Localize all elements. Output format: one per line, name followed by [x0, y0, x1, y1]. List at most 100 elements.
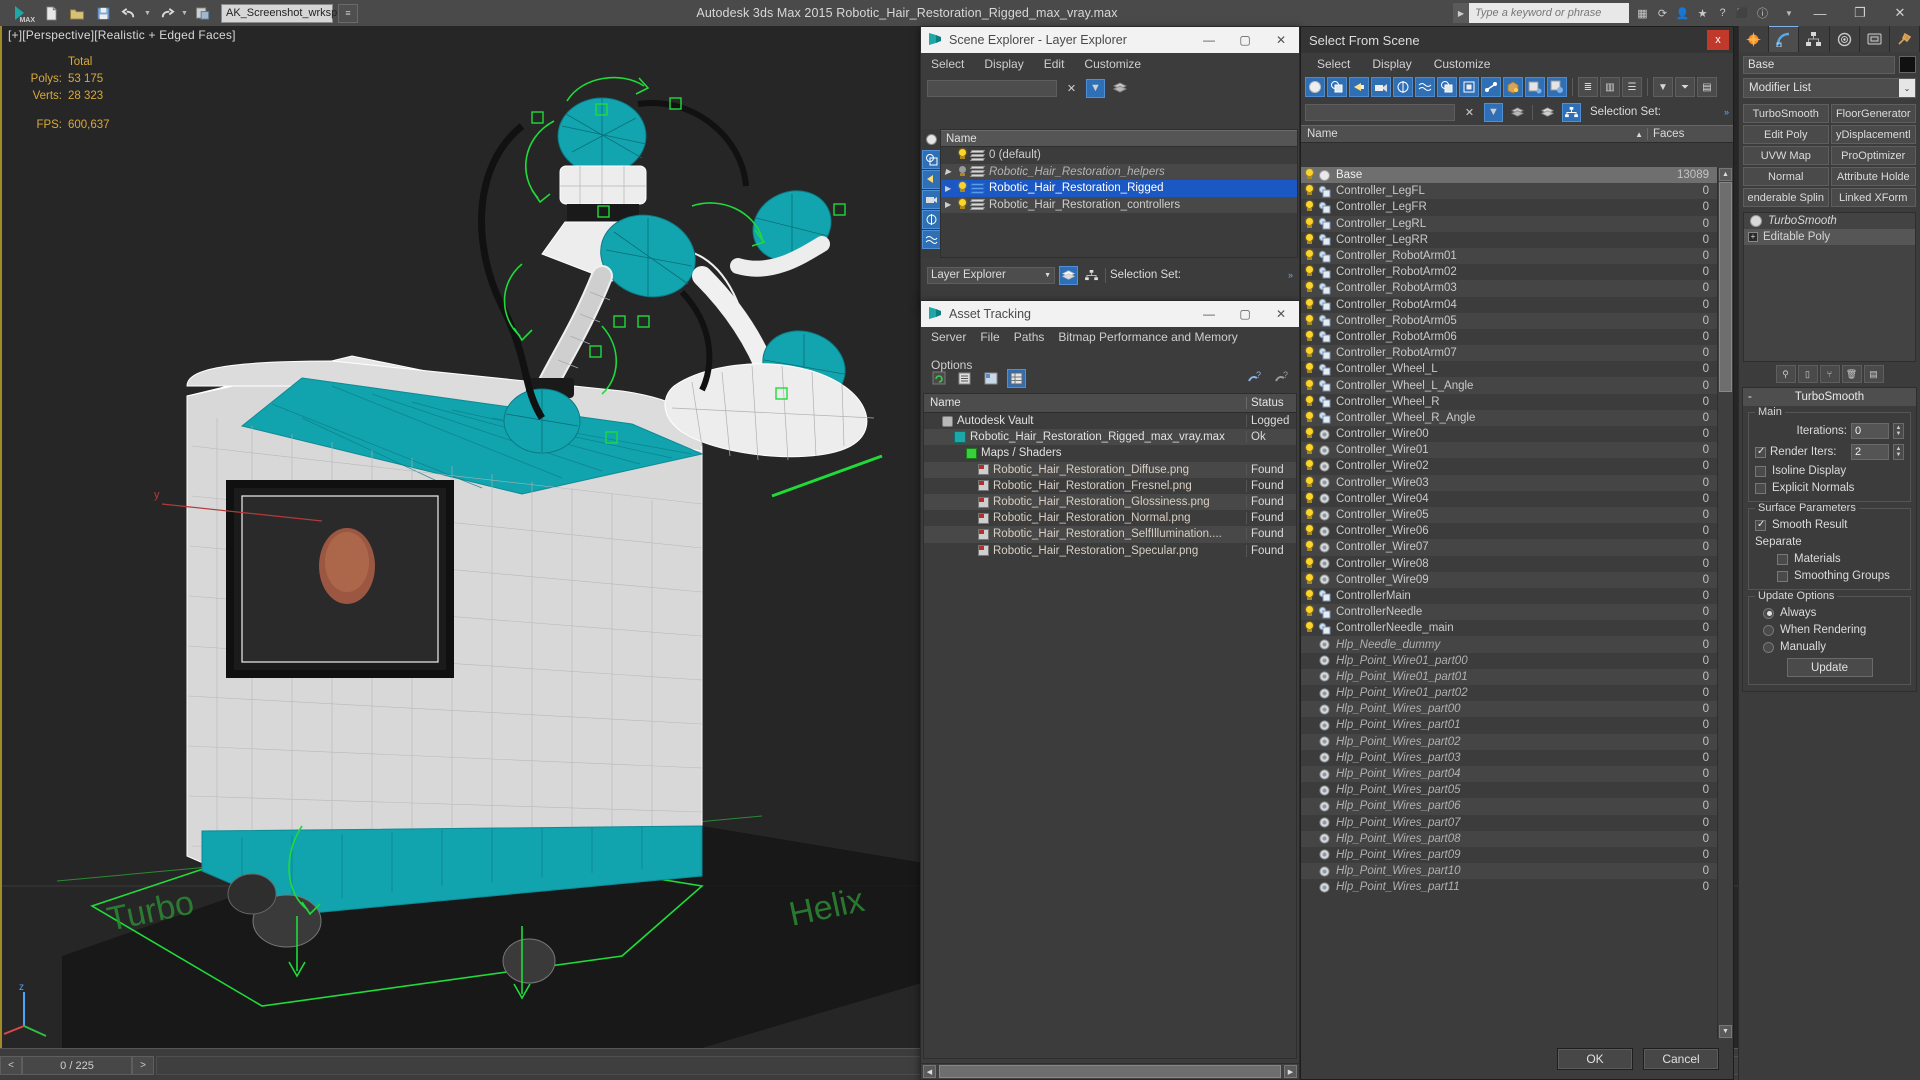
select-from-scene-titlebar[interactable]: Select From Scene x [1301, 27, 1733, 53]
filter-toggle-icon[interactable]: ▼ [1484, 102, 1503, 122]
hscroll-thumb[interactable] [939, 1065, 1281, 1078]
light-bulb-icon[interactable] [1304, 622, 1315, 634]
light-bulb-icon[interactable] [1304, 687, 1315, 699]
asset-row[interactable]: Robotic_Hair_Restoration_Diffuse.png Foun… [924, 461, 1296, 478]
explorer-mode-dropdown[interactable]: Layer Explorer ▼ [927, 266, 1055, 284]
object-row[interactable]: Controller_Wire03 0 [1301, 474, 1717, 491]
layer-row[interactable]: ▶ Robotic_Hair_Restoration_Rigged [941, 180, 1297, 197]
scene-explorer-layer-list[interactable]: Name 0 (default) ▶ Robotic_Hair_Restoratio… [940, 129, 1298, 258]
light-bulb-icon[interactable] [1304, 233, 1315, 246]
new-icon[interactable] [39, 2, 63, 24]
light-bulb-icon[interactable] [1304, 736, 1315, 748]
display-tab[interactable] [1859, 26, 1890, 52]
filter-geometry-icon[interactable] [1305, 77, 1325, 97]
close-button[interactable]: ✕ [1263, 27, 1299, 53]
object-row[interactable]: Hlp_Point_Wires_part00 0 [1301, 701, 1717, 718]
close-button[interactable]: x [1707, 30, 1729, 50]
layer-filter-icon[interactable] [1508, 103, 1527, 122]
object-row[interactable]: Controller_RobotArm07 0 [1301, 345, 1717, 362]
column-settings-icon[interactable]: ▤ [1697, 77, 1717, 97]
layer-list-column-header[interactable]: Name [941, 130, 1297, 147]
light-bulb-icon[interactable] [1304, 169, 1315, 181]
light-bulb-icon[interactable] [1304, 428, 1315, 440]
cancel-button[interactable]: Cancel [1643, 1048, 1719, 1070]
modifier-button-linked-xform[interactable]: Linked XForm [1830, 188, 1916, 207]
modifier-button-enderable-splin[interactable]: enderable Splin [1743, 188, 1829, 207]
titlebar-overflow-icon[interactable]: ▼ [1778, 0, 1800, 26]
viewport-label[interactable]: [+][Perspective][Realistic + Edged Faces… [8, 28, 236, 42]
layer-view-icon[interactable] [1538, 103, 1557, 122]
light-bulb-icon[interactable] [1304, 849, 1315, 861]
object-row[interactable]: Base 13089 [1301, 167, 1717, 184]
scroll-left-icon[interactable]: ◀ [923, 1065, 936, 1078]
filter-containers-icon[interactable] [1503, 77, 1523, 97]
object-row[interactable]: Controller_RobotArm04 0 [1301, 297, 1717, 313]
object-row[interactable]: Hlp_Point_Wires_part11 0 [1301, 879, 1717, 895]
close-button[interactable]: ✕ [1263, 301, 1299, 327]
select-from-scene-object-list[interactable]: Base 13089 Controller_LegFL 0 Controller_Leg… [1301, 167, 1733, 1039]
filter-cameras-icon[interactable] [922, 190, 941, 209]
menu-display[interactable]: Display [1372, 57, 1411, 71]
light-bulb-icon[interactable] [1304, 817, 1315, 829]
modify-tab[interactable] [1769, 26, 1800, 52]
filter-lights-icon[interactable] [922, 170, 941, 189]
render-iters-input[interactable]: 2 [1851, 444, 1889, 460]
object-row[interactable]: Hlp_Point_Wires_part10 0 [1301, 863, 1717, 880]
update-manually-row[interactable]: Manually [1763, 641, 1904, 653]
filter-xrefs-icon[interactable] [1459, 77, 1479, 97]
light-bulb-icon[interactable] [1304, 573, 1315, 586]
modifier-button-prooptimizer[interactable]: ProOptimizer [1830, 146, 1916, 165]
utilities-tab[interactable] [1889, 26, 1920, 52]
light-bulb-icon[interactable] [1304, 460, 1315, 472]
object-row[interactable]: ControllerMain 0 [1301, 588, 1717, 604]
explicit-normals-row[interactable]: Explicit Normals [1755, 482, 1904, 494]
light-bulb-icon[interactable] [1304, 865, 1315, 877]
light-bulb-icon[interactable] [1304, 541, 1315, 553]
modifier-button-uvw-map[interactable]: UVW Map [1743, 146, 1829, 165]
filter-all-icon[interactable] [1547, 77, 1567, 97]
workspace-selector[interactable]: AK_Screenshot_wrksp ▼ [221, 3, 344, 23]
scroll-up-icon[interactable]: ▲ [1719, 168, 1732, 181]
modifier-stack[interactable]: TurboSmooth + Editable Poly [1743, 212, 1916, 362]
asset-row[interactable]: Robotic_Hair_Restoration_SelfIlluminatio… [924, 526, 1296, 543]
grid-view-icon[interactable] [1007, 368, 1026, 388]
object-row[interactable]: Controller_Wire08 0 [1301, 556, 1717, 572]
maximize-button[interactable]: ❐ [1840, 0, 1880, 26]
filter-lights-icon[interactable] [1349, 77, 1369, 97]
modifier-button-turbosmooth[interactable]: TurboSmooth [1743, 104, 1829, 123]
object-row[interactable]: Hlp_Point_Wires_part08 0 [1301, 830, 1717, 847]
overflow-icon[interactable]: » [1724, 107, 1729, 117]
clear-search-icon[interactable]: ✕ [1062, 79, 1081, 98]
show-end-result-icon[interactable]: ▯ [1797, 365, 1818, 383]
object-row[interactable]: Controller_LegFL 0 [1301, 183, 1717, 200]
frame-counter[interactable]: 0 / 225 [22, 1056, 132, 1075]
minimize-button[interactable]: — [1191, 27, 1227, 53]
object-row[interactable]: Hlp_Needle_dummy 0 [1301, 636, 1717, 653]
undo-dropdown-icon[interactable]: ▼ [143, 10, 152, 17]
expand-all-icon[interactable]: ☰ [1622, 77, 1642, 97]
object-row[interactable]: Controller_Wire05 0 [1301, 506, 1717, 524]
iterations-input[interactable]: 0 [1851, 423, 1889, 439]
modifier-button-ydisplacementl[interactable]: yDisplacementl [1830, 125, 1916, 144]
expander-icon[interactable]: ▶ [945, 184, 957, 193]
menu-display[interactable]: Display [984, 57, 1023, 71]
object-row[interactable]: Controller_Wheel_L 0 [1301, 361, 1717, 377]
light-bulb-icon[interactable] [1304, 476, 1315, 489]
refresh-icon[interactable]: ⟳ [1653, 4, 1672, 23]
update-button[interactable]: Update [1786, 658, 1873, 677]
update-always-radio[interactable] [1763, 607, 1774, 619]
object-row[interactable]: Hlp_Point_Wire01_part00 0 [1301, 653, 1717, 669]
light-bulb-icon[interactable] [1304, 671, 1315, 683]
maximize-button[interactable]: ▢ [1227, 27, 1263, 53]
menu-select[interactable]: Select [1317, 57, 1350, 71]
favorites-icon[interactable]: ★ [1693, 4, 1712, 23]
isoline-display-row[interactable]: Isoline Display [1755, 465, 1904, 477]
light-bulb-icon[interactable] [1304, 800, 1315, 812]
redo-dropdown-icon[interactable]: ▼ [180, 10, 189, 17]
object-row[interactable]: Controller_Wire09 0 [1301, 571, 1717, 588]
object-row[interactable]: Controller_RobotArm06 0 [1301, 329, 1717, 345]
overflow-icon[interactable]: » [1288, 270, 1293, 280]
filter-icon[interactable]: ▼ [1086, 78, 1105, 98]
minimize-button[interactable]: — [1800, 0, 1840, 26]
object-row[interactable]: Controller_Wire07 0 [1301, 539, 1717, 556]
